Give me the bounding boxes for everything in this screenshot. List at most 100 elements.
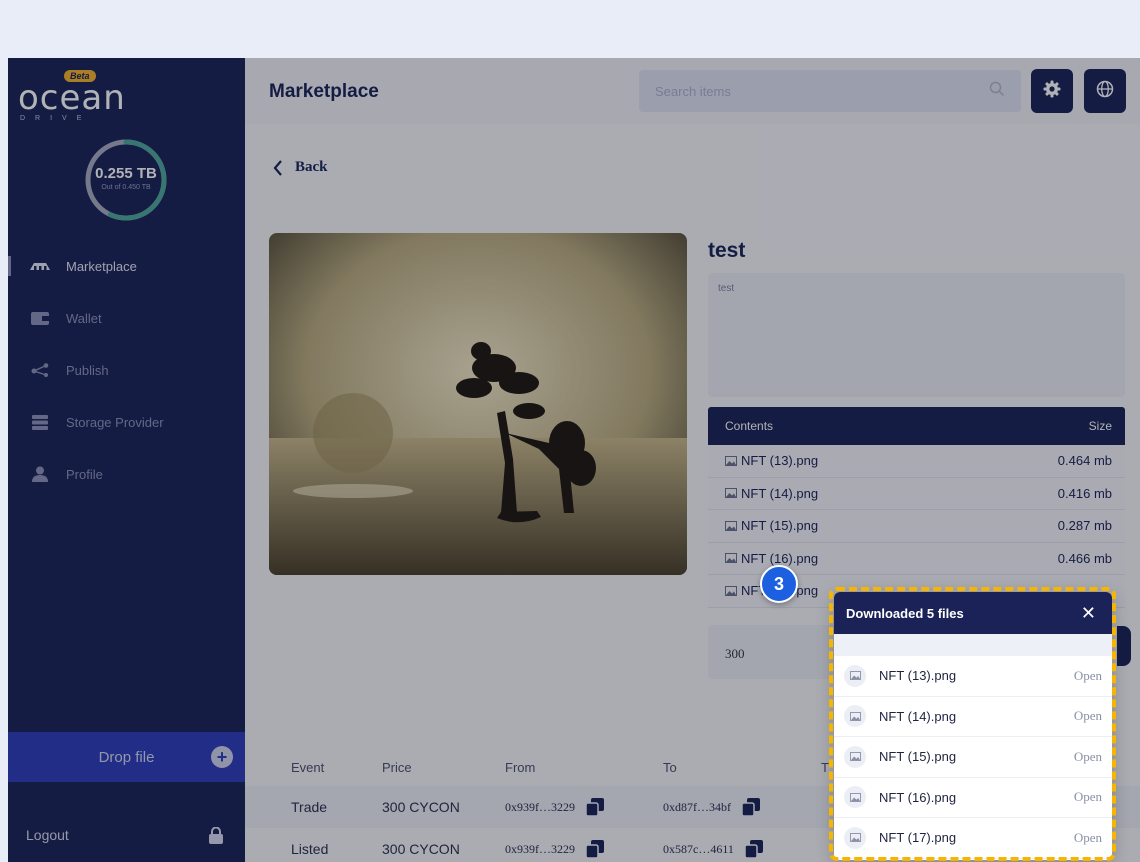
chevron-left-icon — [273, 159, 282, 176]
table-row[interactable]: NFT (14).png 0.416 mb — [708, 477, 1125, 510]
language-button[interactable] — [1084, 69, 1126, 113]
image-file-icon — [725, 488, 737, 499]
price-cell: 300 CYCON — [382, 841, 460, 857]
image-file-icon — [844, 745, 866, 768]
logout-button[interactable]: Logout — [8, 810, 245, 860]
copy-icon[interactable] — [741, 797, 761, 817]
buy-button[interactable] — [1117, 626, 1131, 666]
popup-progress-bar — [834, 634, 1112, 656]
globe-icon — [1096, 80, 1114, 103]
sidebar-item-wallet[interactable]: Wallet — [8, 292, 245, 344]
size-header-label: Size — [1088, 419, 1112, 433]
copy-icon[interactable] — [585, 797, 605, 817]
file-size: 0.287 mb — [1057, 518, 1112, 534]
column-header: Event — [291, 759, 325, 775]
sidebar-item-marketplace[interactable]: Marketplace — [8, 240, 245, 292]
settings-button[interactable] — [1031, 69, 1073, 113]
from-address: 0x939f…3229 — [505, 841, 575, 856]
from-cell: 0x939f…3229 — [505, 797, 663, 817]
image-file-icon — [844, 786, 866, 809]
price-cell: 300 CYCON — [382, 799, 460, 815]
storage-total: Out of 0.450 TB — [101, 184, 151, 191]
page-title: Marketplace — [269, 81, 379, 102]
close-icon[interactable]: ✕ — [1081, 603, 1096, 624]
item-description: test — [708, 273, 1125, 397]
marketplace-icon — [26, 261, 54, 271]
storage-meter: 0.255 TB Out of 0.450 TB — [84, 138, 168, 222]
copy-icon[interactable] — [744, 839, 764, 859]
popup-title: Downloaded 5 files — [846, 605, 964, 621]
plus-icon: + — [211, 746, 233, 768]
open-file-link[interactable]: Open — [1074, 749, 1102, 765]
lock-icon — [209, 826, 223, 847]
from-address: 0x939f…3229 — [505, 799, 575, 814]
sidebar-item-label: Profile — [66, 466, 103, 482]
logo-text: ocean — [18, 78, 126, 118]
event-cell: Listed — [291, 841, 329, 857]
column-header: From — [505, 759, 536, 775]
open-file-link[interactable]: Open — [1074, 708, 1102, 724]
file-name: NFT (14).png — [741, 485, 819, 501]
contents-header-label: Contents — [725, 419, 774, 433]
contents-header: Contents Size — [708, 407, 1125, 445]
back-label: Back — [295, 159, 328, 175]
beta-badge: Beta — [64, 70, 96, 82]
to-address: 0xd87f…34bf — [663, 799, 731, 814]
image-file-icon — [725, 553, 737, 564]
sidebar-item-profile[interactable]: Profile — [8, 448, 245, 500]
column-header: To — [663, 759, 677, 775]
step-badge: 3 — [760, 565, 798, 603]
search-icon[interactable] — [989, 81, 1005, 102]
app-logo[interactable]: ocean Beta DRIVE — [16, 68, 126, 122]
file-name: NFT (15).png — [741, 518, 819, 534]
back-button[interactable]: Back — [273, 159, 328, 176]
list-item: NFT (14).png Open — [834, 697, 1112, 737]
downloaded-file-name: NFT (15).png — [879, 749, 957, 765]
header: Marketplace — [245, 58, 1140, 124]
image-file-icon — [725, 455, 737, 466]
popup-header: Downloaded 5 files ✕ — [834, 592, 1112, 634]
sidebar-item-storage-provider[interactable]: Storage Provider — [8, 396, 245, 448]
file-size: 0.464 mb — [1057, 453, 1112, 469]
table-row[interactable]: NFT (15).png 0.287 mb — [708, 510, 1125, 543]
sidebar-nav: Marketplace Wallet Publish Storage Provi… — [8, 240, 245, 500]
open-file-link[interactable]: Open — [1074, 789, 1102, 805]
image-file-icon — [725, 520, 737, 531]
sidebar-item-label: Publish — [66, 362, 109, 378]
search-input[interactable] — [639, 70, 1021, 112]
drop-file-label: Drop file — [98, 748, 155, 766]
sidebar-item-label: Storage Provider — [66, 414, 164, 430]
downloaded-file-name: NFT (17).png — [879, 830, 957, 846]
item-image — [269, 233, 687, 575]
item-title: test — [708, 239, 746, 262]
list-item: NFT (16).png Open — [834, 778, 1112, 818]
share-icon — [26, 363, 54, 377]
storage-icon — [26, 414, 54, 430]
user-icon — [26, 466, 54, 482]
storage-used: 0.255 TB — [95, 165, 157, 182]
to-address: 0x587c…4611 — [663, 841, 734, 856]
open-file-link[interactable]: Open — [1074, 830, 1102, 846]
download-popup: Downloaded 5 files ✕ NFT (13).png Open N… — [834, 592, 1112, 860]
from-cell: 0x939f…3229 — [505, 839, 663, 859]
file-size: 0.416 mb — [1057, 485, 1112, 501]
copy-icon[interactable] — [585, 839, 605, 859]
table-row[interactable]: NFT (13).png 0.464 mb — [708, 445, 1125, 478]
logo-subtitle: DRIVE — [20, 115, 92, 122]
list-item: NFT (17).png Open — [834, 818, 1112, 859]
open-file-link[interactable]: Open — [1074, 668, 1102, 684]
drop-file-button[interactable]: Drop file + — [8, 732, 245, 782]
to-cell: 0x587c…4611 — [663, 839, 821, 859]
event-cell: Trade — [291, 799, 328, 815]
downloaded-file-name: NFT (16).png — [879, 789, 957, 805]
sidebar-item-label: Wallet — [66, 310, 102, 326]
sidebar: ocean Beta DRIVE 0.255 TB Out of 0.450 T… — [8, 58, 245, 862]
downloaded-file-name: NFT (13).png — [879, 668, 957, 684]
downloaded-file-name: NFT (14).png — [879, 708, 957, 724]
list-item: NFT (13).png Open — [834, 656, 1112, 697]
file-size: 0.466 mb — [1057, 550, 1112, 566]
gear-icon — [1043, 80, 1061, 103]
to-cell: 0xd87f…34bf — [663, 797, 821, 817]
image-file-icon — [844, 705, 866, 728]
sidebar-item-publish[interactable]: Publish — [8, 344, 245, 396]
